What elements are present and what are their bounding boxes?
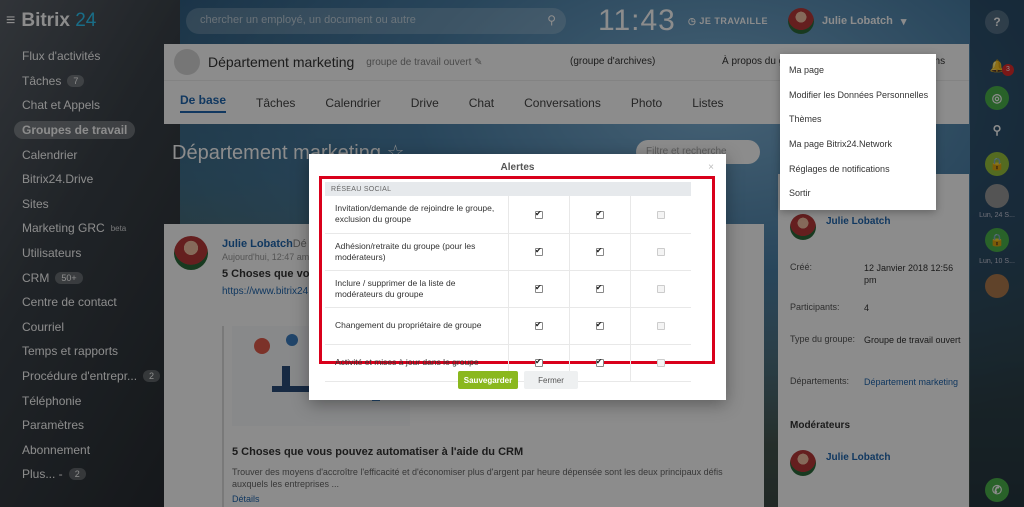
alert-cell: [508, 307, 570, 345]
dropdown-item[interactable]: Sortir: [780, 181, 936, 206]
alert-label: Changement du propriétaire de groupe: [325, 307, 509, 345]
dropdown-item[interactable]: Thèmes: [780, 107, 936, 132]
alert-cell: [629, 344, 691, 382]
alert-cell: [568, 196, 631, 234]
alert-checkbox-c2[interactable]: [595, 209, 604, 219]
alert-checkbox-c3[interactable]: [656, 248, 665, 257]
alert-checkbox-c3[interactable]: [656, 359, 665, 368]
alert-row: Adhésion/retraite du groupe (pour les mo…: [325, 233, 691, 271]
alert-cell: [508, 196, 570, 234]
alert-cell: [568, 233, 631, 271]
alert-cell: [508, 233, 570, 271]
close-icon[interactable]: ×: [708, 162, 714, 173]
alert-checkbox-c1[interactable]: [535, 209, 543, 219]
dropdown-item[interactable]: Modifier les Données Personnelles: [780, 83, 936, 108]
alert-checkbox-c1[interactable]: [535, 320, 543, 331]
user-dropdown-menu: Ma page Modifier les Données Personnelles…: [780, 54, 936, 210]
alert-cell: [629, 270, 691, 308]
alerts-table: RÉSEAU SOCIAL Invitation/demande de rejo…: [325, 182, 691, 382]
alert-cell: [629, 307, 691, 345]
alert-cell: [568, 344, 631, 382]
alert-label: Adhésion/retraite du groupe (pour les mo…: [325, 233, 509, 271]
save-button[interactable]: Sauvegarder: [458, 371, 518, 389]
dropdown-item[interactable]: Réglages de notifications: [780, 156, 936, 181]
alert-cell: [508, 270, 570, 308]
alert-cell: [568, 270, 631, 308]
dropdown-item[interactable]: Ma page Bitrix24.Network: [780, 132, 936, 157]
alert-checkbox-c2[interactable]: [595, 283, 604, 294]
alert-checkbox-c1[interactable]: [535, 283, 543, 294]
alert-cell: [568, 307, 631, 345]
alert-checkbox-c3[interactable]: [656, 211, 665, 219]
section-header: RÉSEAU SOCIAL: [325, 182, 691, 196]
alert-checkbox-c1[interactable]: [535, 357, 543, 368]
alert-row: Inclure / supprimer de la liste de modér…: [325, 270, 691, 308]
alert-checkbox-c1[interactable]: [535, 246, 543, 257]
alert-cell: [629, 233, 691, 271]
alert-checkbox-c2[interactable]: [595, 246, 604, 257]
alert-row: Changement du propriétaire de groupe: [325, 307, 691, 345]
dialog-title: Alertes: [500, 162, 535, 173]
alert-cell: [629, 196, 691, 234]
alert-checkbox-c3[interactable]: [656, 285, 665, 294]
alert-label: Inclure / supprimer de la liste de modér…: [325, 270, 509, 308]
alerts-dialog: Alertes × RÉSEAU SOCIAL Invitation/deman…: [309, 154, 726, 400]
dropdown-item[interactable]: Ma page: [780, 58, 936, 83]
alert-row: Invitation/demande de rejoindre le group…: [325, 196, 691, 234]
alert-checkbox-c2[interactable]: [595, 320, 604, 331]
alert-checkbox-c3[interactable]: [656, 322, 665, 331]
alert-label: Invitation/demande de rejoindre le group…: [325, 196, 509, 234]
close-button[interactable]: Fermer: [524, 371, 578, 389]
alert-checkbox-c2[interactable]: [595, 357, 604, 368]
